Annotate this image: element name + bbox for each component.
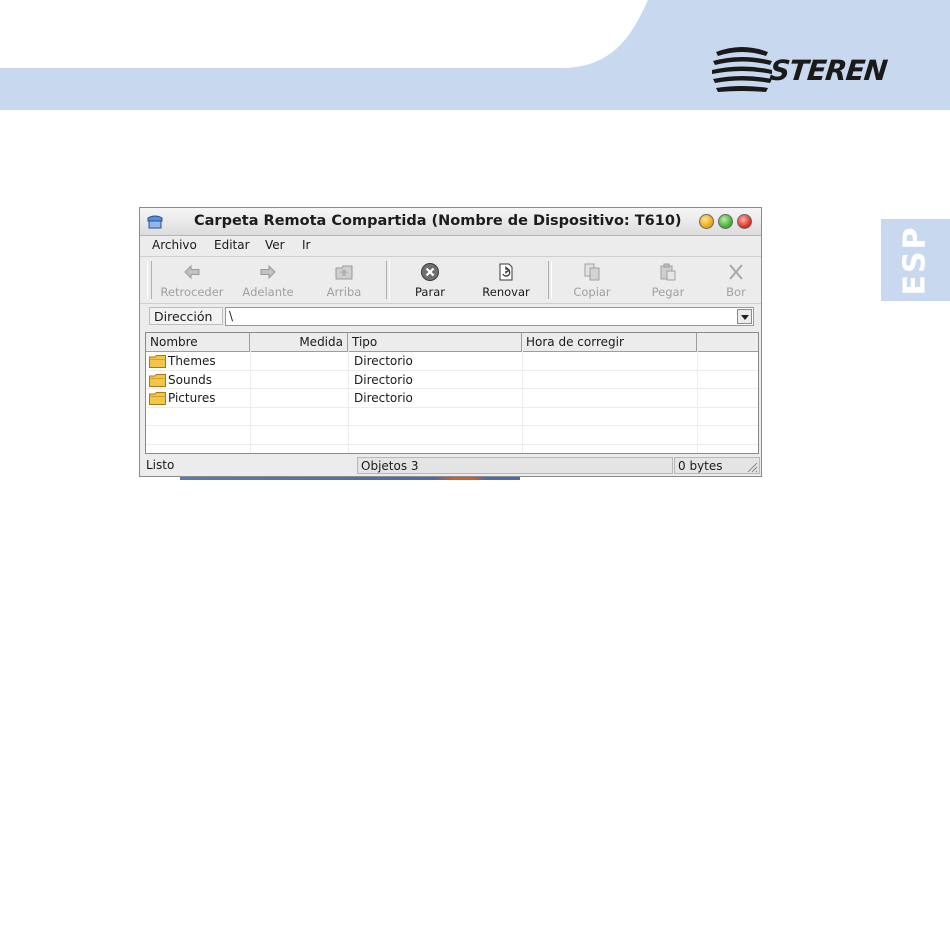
toolbar-grip[interactable] — [147, 261, 152, 299]
address-bar: Dirección \ — [140, 304, 761, 329]
logo-wordmark: STEREN — [768, 54, 889, 87]
file-list-header: Nombre Medida Tipo Hora de corregir — [146, 333, 758, 352]
maximize-button[interactable] — [718, 214, 733, 229]
address-label: Dirección — [149, 307, 223, 325]
language-tab: ESP — [881, 219, 950, 301]
menu-editar[interactable]: Editar — [214, 238, 250, 252]
folder-icon — [149, 355, 166, 368]
status-objects: Objetos 3 — [357, 457, 673, 474]
toolbar-separator — [548, 261, 552, 299]
row-name: Themes — [168, 354, 216, 368]
minimize-button[interactable] — [699, 214, 714, 229]
column-header-name[interactable]: Nombre — [146, 333, 250, 351]
window-shadow-strip — [180, 477, 520, 480]
copy-button[interactable]: Copiar — [554, 257, 630, 303]
resize-grip-icon[interactable] — [746, 461, 758, 473]
column-header-type[interactable]: Tipo — [348, 333, 522, 351]
column-header-empty — [697, 333, 758, 351]
paste-icon — [660, 263, 676, 281]
address-input[interactable]: \ — [225, 307, 754, 326]
status-bar: Listo Objetos 3 0 bytes — [140, 456, 761, 476]
row-name: Pictures — [168, 391, 216, 405]
title-bar[interactable]: Carpeta Remota Compartida (Nombre de Dis… — [140, 208, 761, 236]
folder-share-icon — [147, 215, 163, 229]
stop-icon — [421, 263, 439, 281]
column-header-modified[interactable]: Hora de corregir — [522, 333, 697, 351]
arrow-right-icon — [260, 264, 276, 280]
address-value: \ — [229, 309, 234, 323]
menu-ir[interactable]: Ir — [302, 238, 310, 252]
delete-label: Bor — [726, 285, 746, 299]
folder-icon — [149, 373, 166, 387]
up-button[interactable]: Arriba — [306, 257, 382, 303]
folder-up-icon — [335, 265, 353, 280]
menu-bar: Archivo Editar Ver Ir — [140, 236, 761, 257]
row-type: Directorio — [354, 372, 413, 387]
remote-folder-window: Carpeta Remota Compartida (Nombre de Dis… — [139, 207, 762, 477]
up-label: Arriba — [326, 285, 362, 299]
folder-icon — [149, 392, 166, 405]
forward-label: Adelante — [242, 285, 294, 299]
menu-archivo[interactable]: Archivo — [152, 238, 197, 252]
column-header-size[interactable]: Medida — [250, 333, 348, 351]
window-title: Carpeta Remota Compartida (Nombre de Dis… — [194, 213, 682, 229]
toolbar-separator — [386, 261, 390, 299]
paste-button[interactable]: Pegar — [630, 257, 706, 303]
refresh-label: Renovar — [482, 285, 530, 299]
file-list[interactable]: Nombre Medida Tipo Hora de corregir Them… — [145, 332, 759, 454]
stop-button[interactable]: Parar — [392, 257, 468, 303]
arrow-left-icon — [184, 264, 200, 280]
toolbar: Retroceder Adelante Arriba Parar Renovar… — [140, 257, 761, 304]
table-row[interactable]: Pictures Directorio — [146, 389, 758, 408]
row-name: Sounds — [168, 372, 213, 387]
status-state: Listo — [146, 458, 175, 472]
close-button[interactable] — [737, 214, 752, 229]
row-type: Directorio — [354, 354, 413, 368]
language-tab-label: ESP — [898, 224, 933, 296]
address-dropdown-button[interactable] — [737, 309, 752, 324]
back-button[interactable]: Retroceder — [154, 257, 230, 303]
table-row[interactable]: Sounds Directorio — [146, 371, 758, 389]
copy-icon — [584, 263, 600, 281]
menu-ver[interactable]: Ver — [265, 238, 285, 252]
copy-label: Copiar — [573, 285, 611, 299]
paste-label: Pegar — [651, 285, 685, 299]
forward-button[interactable]: Adelante — [230, 257, 306, 303]
delete-icon — [729, 264, 743, 280]
stop-label: Parar — [415, 285, 445, 299]
refresh-icon — [499, 263, 513, 281]
refresh-button[interactable]: Renovar — [468, 257, 544, 303]
back-label: Retroceder — [160, 285, 224, 299]
empty-row — [146, 426, 758, 445]
delete-button[interactable]: Bor — [706, 257, 761, 303]
empty-row — [146, 408, 758, 426]
table-row[interactable]: Themes Directorio — [146, 352, 758, 371]
row-type: Directorio — [354, 391, 413, 405]
